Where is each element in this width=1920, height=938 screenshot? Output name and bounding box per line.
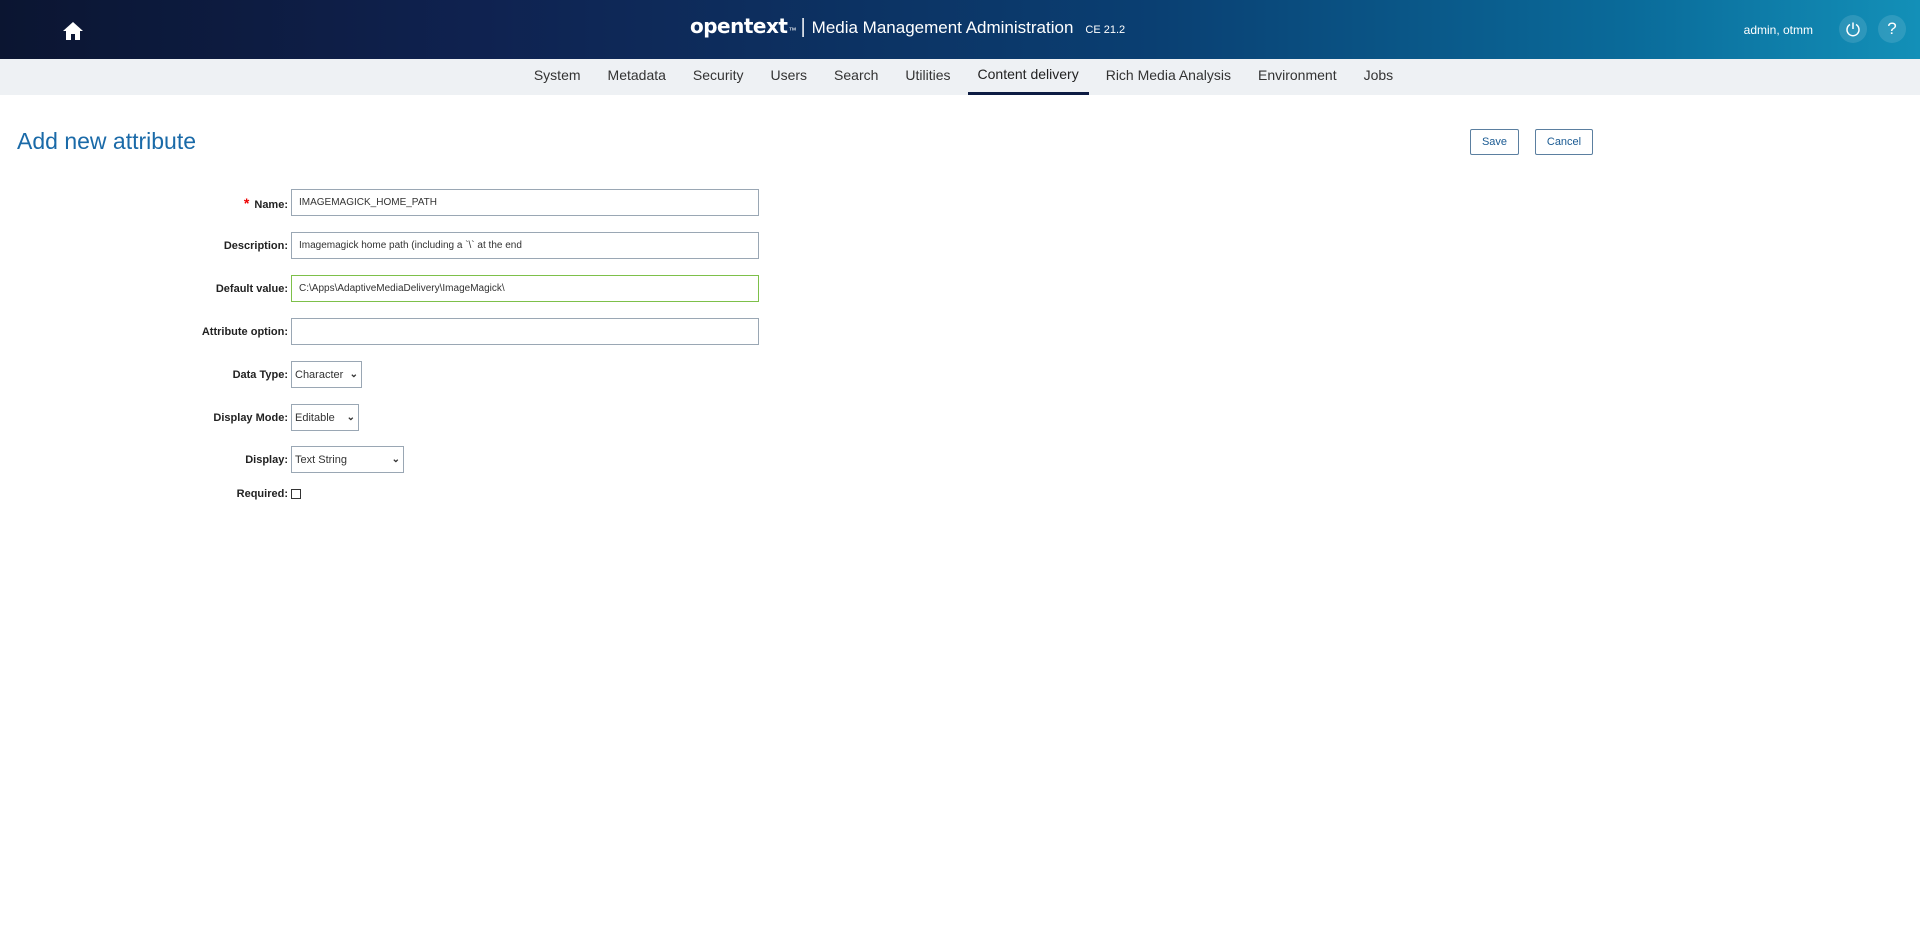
required-label: Required: [236,488,288,500]
user-name[interactable]: admin, otmm [1744,23,1813,37]
display-select[interactable]: Text String ⌄ [291,446,404,473]
default-value-label: Default value: [215,282,288,295]
display-label: Display: [245,453,288,466]
name-input[interactable] [291,189,759,216]
data-type-select[interactable]: Character ⌄ [291,361,362,388]
main-nav: System Metadata Security Users Search Ut… [0,59,1920,95]
name-label-text: Name: [254,198,288,211]
name-label: * Name: [0,195,291,211]
help-icon[interactable]: ? [1878,15,1906,43]
tab-metadata[interactable]: Metadata [598,59,676,95]
tab-system[interactable]: System [524,59,591,95]
description-label: Description: [223,239,288,252]
data-type-label: Data Type: [232,368,288,381]
page-title: Add new attribute [17,128,197,154]
attribute-option-input[interactable] [291,318,759,345]
power-icon[interactable] [1839,15,1867,43]
tab-content-delivery[interactable]: Content delivery [967,59,1089,95]
display-row: Display: Text String ⌄ [0,446,404,473]
data-type-row: Data Type: Character ⌄ [0,361,362,388]
save-button[interactable]: Save [1470,129,1519,155]
nav-tabs: System Metadata Security Users Search Ut… [0,59,1920,95]
display-mode-value: Editable [295,411,335,424]
default-value-input[interactable] [291,275,759,302]
tab-search[interactable]: Search [824,59,888,95]
chevron-down-icon: ⌄ [349,369,358,380]
name-row: * Name: [0,189,759,216]
tab-environment[interactable]: Environment [1248,59,1347,95]
tab-jobs[interactable]: Jobs [1354,59,1404,95]
app-header: opentext ™ | Media Management Administra… [0,0,1920,59]
tab-security[interactable]: Security [683,59,754,95]
display-mode-select[interactable]: Editable ⌄ [291,404,359,431]
attribute-option-label: Attribute option: [201,325,288,338]
tab-rich-media-analysis[interactable]: Rich Media Analysis [1096,59,1241,95]
opentext-logo: opentext [690,14,788,38]
display-mode-row: Display Mode: Editable ⌄ [0,404,359,431]
home-icon[interactable] [62,21,88,43]
attribute-option-row: Attribute option: [0,318,759,345]
description-row: Description: [0,232,759,259]
display-mode-label: Display Mode: [213,411,288,424]
data-type-value: Character [295,368,344,381]
chevron-down-icon: ⌄ [391,454,400,465]
chevron-down-icon: ⌄ [346,412,355,423]
display-value: Text String [295,453,347,466]
app-version: CE 21.2 [1085,24,1126,36]
tab-users[interactable]: Users [760,59,817,95]
cancel-button[interactable]: Cancel [1535,129,1593,155]
description-input[interactable] [291,232,759,259]
brand-separator: | [800,16,806,38]
required-checkbox[interactable] [291,489,301,499]
brand: opentext ™ | Media Management Administra… [690,14,1125,39]
required-star: * [243,194,250,211]
default-value-row: Default value: [0,275,759,302]
app-title: Media Management Administration [811,18,1074,37]
trademark-mark: ™ [788,26,797,35]
required-row: Required: [0,488,301,500]
tab-utilities[interactable]: Utilities [895,59,960,95]
